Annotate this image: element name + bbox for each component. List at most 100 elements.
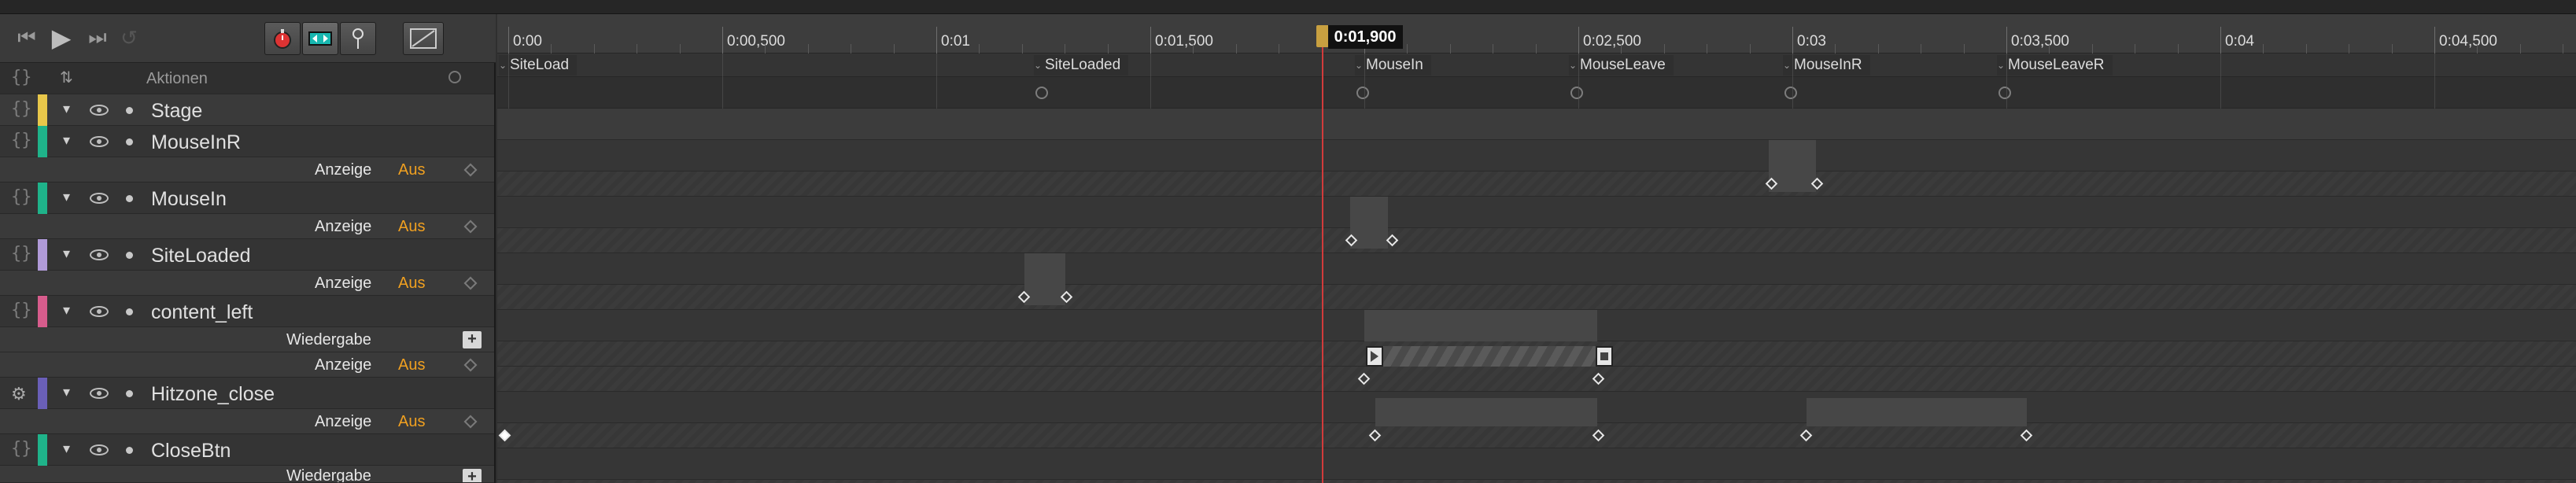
skip-to-end-icon[interactable]: ⏭ — [83, 24, 112, 52]
braces-icon[interactable]: {} — [11, 244, 32, 264]
action-marker-icon[interactable] — [1356, 87, 1369, 99]
action-marker-icon[interactable] — [1998, 87, 2011, 99]
expand-triangle-icon[interactable]: ▾ — [63, 245, 70, 262]
add-keyframe-icon[interactable] — [463, 163, 478, 177]
gear-icon[interactable]: ⚙ — [11, 384, 27, 404]
braces-icon[interactable]: {} — [11, 131, 32, 150]
add-keyframe-icon[interactable] — [463, 358, 478, 372]
element-row-closebtn[interactable]: {} ▾ CloseBtn — [0, 434, 494, 483]
eye-icon[interactable] — [90, 388, 109, 399]
track-property[interactable] — [497, 228, 2576, 253]
time-ruler[interactable]: 0:000:00,5000:010:01,5000:020:02,5000:03… — [497, 14, 2576, 53]
expand-triangle-icon[interactable]: ▾ — [63, 441, 70, 457]
eye-icon[interactable] — [90, 249, 109, 260]
timeline-labels-row[interactable]: ⌄ SiteLoad ⌄ SiteLoaded ⌄ MouseIn ⌄ MouseLeave ⌄… — [497, 53, 2576, 77]
add-action-icon[interactable] — [448, 71, 461, 83]
property-value[interactable]: Aus — [398, 161, 425, 179]
element-row-siteloaded[interactable]: {} ▾ SiteLoaded — [0, 239, 494, 296]
pin-icon[interactable] — [340, 22, 376, 55]
stop-trigger-icon[interactable] — [1596, 346, 1613, 367]
play-trigger-icon[interactable] — [1366, 346, 1383, 367]
braces-icon[interactable]: {} — [11, 439, 32, 459]
property-value[interactable]: Aus — [398, 356, 425, 374]
braces-icon[interactable]: {} — [11, 187, 32, 207]
action-marker-icon[interactable] — [1570, 87, 1583, 99]
property-row[interactable]: Anzeige Aus — [0, 214, 494, 239]
stopwatch-icon[interactable] — [264, 22, 301, 55]
loop-icon[interactable]: ↺ — [115, 24, 143, 52]
lock-dot-icon[interactable] — [126, 107, 133, 114]
timeline-label[interactable]: ⌄ MouseLeave — [1569, 55, 1674, 76]
playback-bar[interactable] — [1366, 346, 1596, 367]
playhead-line[interactable] — [1321, 31, 1323, 483]
add-keyframe-icon[interactable] — [463, 415, 478, 429]
braces-icon[interactable]: {} — [11, 300, 32, 320]
eye-icon[interactable] — [90, 444, 109, 455]
lock-dot-icon[interactable] — [126, 195, 133, 202]
property-row[interactable]: Wiedergabe + — [0, 327, 494, 352]
lock-dot-icon[interactable] — [126, 252, 133, 259]
track-mousein[interactable] — [497, 197, 2576, 228]
play-icon[interactable]: ▶ — [47, 24, 76, 52]
track-property[interactable] — [497, 423, 2576, 448]
transition-block[interactable] — [1375, 398, 1597, 426]
eye-icon[interactable] — [90, 193, 109, 204]
transition-block[interactable] — [1024, 253, 1065, 305]
track-property[interactable] — [497, 171, 2576, 197]
property-row[interactable]: Anzeige Aus — [0, 271, 494, 296]
element-row-hitzone-close[interactable]: ⚙ ▾ Hitzone_close — [0, 378, 494, 434]
property-row[interactable]: Anzeige Aus — [0, 352, 494, 378]
eye-icon[interactable] — [90, 136, 109, 147]
action-marker-icon[interactable] — [1035, 87, 1048, 99]
braces-icon[interactable]: {} — [11, 99, 32, 119]
element-row-content-left[interactable]: {} ▾ content_left — [0, 296, 494, 378]
add-playback-button[interactable]: + — [463, 331, 482, 348]
track-closebtn[interactable] — [497, 448, 2576, 480]
element-row-mouseinr[interactable]: {} ▾ MouseInR — [0, 126, 494, 183]
track-property[interactable] — [497, 285, 2576, 310]
lock-dot-icon[interactable] — [126, 447, 133, 454]
lock-dot-icon[interactable] — [126, 138, 133, 146]
timeline-label[interactable]: ⌄ MouseInR — [1783, 55, 1870, 76]
property-row[interactable]: Anzeige Aus — [0, 157, 494, 183]
timeline-label[interactable]: ⌄ MouseLeaveR — [1997, 55, 2113, 76]
lock-dot-icon[interactable] — [126, 390, 133, 397]
eye-icon[interactable] — [90, 105, 109, 116]
track-stage[interactable] — [497, 109, 2576, 140]
action-marker-icon[interactable] — [1784, 87, 1797, 99]
expand-triangle-icon[interactable]: ▾ — [63, 101, 70, 117]
expand-triangle-icon[interactable]: ▾ — [63, 189, 70, 205]
skip-to-start-icon[interactable]: ⏮ — [13, 24, 41, 52]
timeline-label[interactable]: ⌄ SiteLoad — [499, 55, 578, 76]
track-mouseinr[interactable] — [497, 140, 2576, 171]
collapse-all-icon[interactable]: ⇅ — [60, 68, 73, 87]
braces-icon[interactable]: {} — [11, 68, 32, 87]
expand-triangle-icon[interactable]: ▾ — [63, 384, 70, 400]
timeline-actions-row[interactable] — [497, 77, 2576, 109]
add-keyframe-icon[interactable] — [463, 276, 478, 290]
track-siteloaded[interactable] — [497, 253, 2576, 285]
transition-icon[interactable] — [302, 22, 338, 55]
add-keyframe-icon[interactable] — [463, 219, 478, 234]
track-property[interactable] — [497, 367, 2576, 392]
add-playback-button[interactable]: + — [463, 469, 482, 482]
timeline-label[interactable]: ⌄ MouseIn — [1355, 55, 1431, 76]
property-row[interactable]: Anzeige Aus — [0, 409, 494, 434]
element-row-stage[interactable]: {} ▾ Stage — [0, 94, 494, 126]
property-row[interactable]: Wiedergabe + — [0, 466, 494, 483]
transition-block[interactable] — [1364, 310, 1597, 341]
property-value[interactable]: Aus — [398, 413, 425, 431]
playhead-handle[interactable] — [1316, 25, 1329, 47]
property-value[interactable]: Aus — [398, 275, 425, 293]
expand-triangle-icon[interactable]: ▾ — [63, 132, 70, 149]
timeline-label[interactable]: ⌄ SiteLoaded — [1034, 55, 1129, 76]
timeline-area[interactable]: 0:000:00,5000:010:01,5000:020:02,5000:03… — [497, 14, 2576, 483]
transition-block[interactable] — [1807, 398, 2027, 426]
property-value[interactable]: Aus — [398, 218, 425, 236]
eye-icon[interactable] — [90, 306, 109, 317]
track-property[interactable] — [497, 480, 2576, 483]
easing-icon[interactable] — [403, 22, 444, 55]
expand-triangle-icon[interactable]: ▾ — [63, 302, 70, 319]
lock-dot-icon[interactable] — [126, 308, 133, 315]
element-row-mousein[interactable]: {} ▾ MouseIn — [0, 183, 494, 239]
